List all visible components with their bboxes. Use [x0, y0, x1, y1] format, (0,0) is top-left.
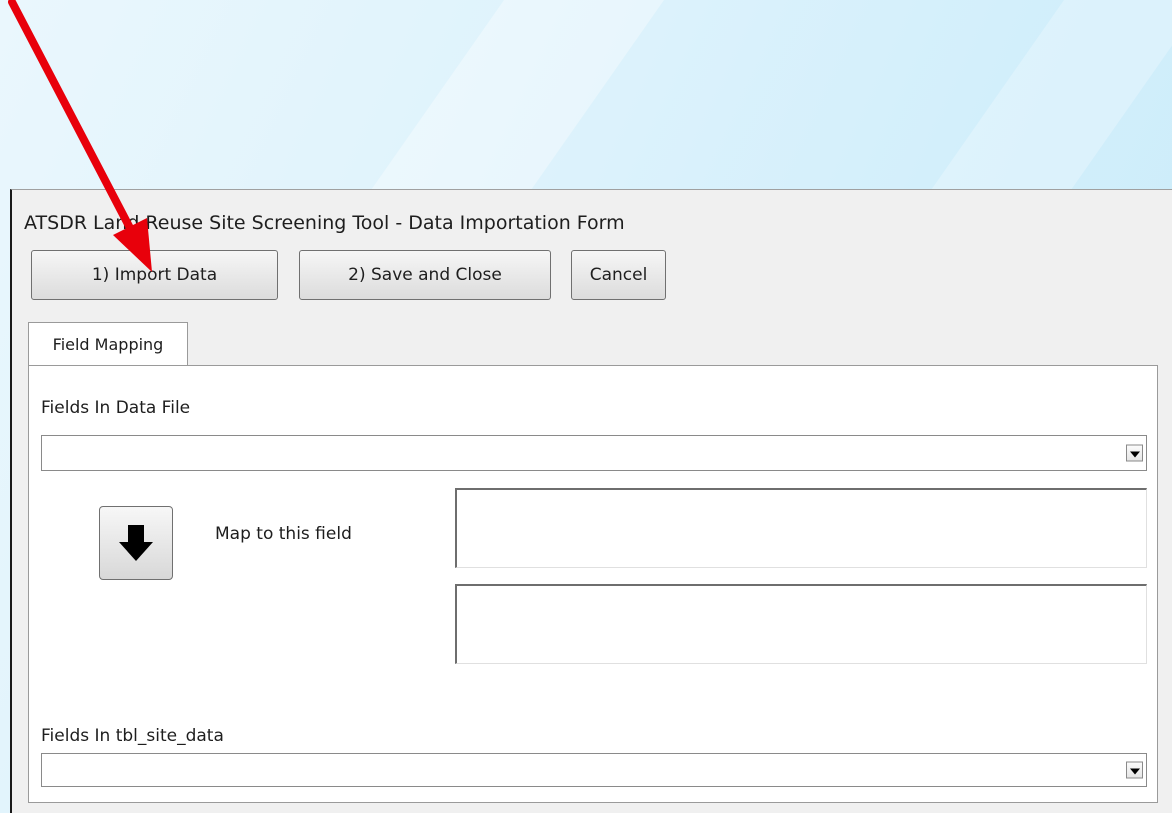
field-description-textbox[interactable] — [455, 584, 1147, 664]
chevron-down-icon[interactable] — [1126, 444, 1143, 462]
cancel-button[interactable]: Cancel — [571, 250, 666, 300]
fields-in-tbl-site-data-label: Fields In tbl_site_data — [41, 726, 224, 746]
save-and-close-button[interactable]: 2) Save and Close — [299, 250, 551, 300]
data-file-fields-dropdown[interactable] — [41, 435, 1147, 471]
map-field-button[interactable] — [99, 506, 173, 580]
tbl-site-data-fields-dropdown[interactable] — [41, 753, 1147, 787]
chevron-down-icon[interactable] — [1126, 761, 1143, 779]
fields-in-data-file-label: Fields In Data File — [41, 398, 191, 418]
down-arrow-icon — [119, 525, 153, 561]
map-to-this-field-label: Map to this field — [215, 524, 352, 544]
tab-field-mapping[interactable]: Field Mapping — [28, 322, 188, 366]
window-title: ATSDR Land Reuse Site Screening Tool - D… — [24, 212, 625, 234]
target-field-textbox[interactable] — [455, 488, 1147, 568]
import-data-button[interactable]: 1) Import Data — [31, 250, 278, 300]
